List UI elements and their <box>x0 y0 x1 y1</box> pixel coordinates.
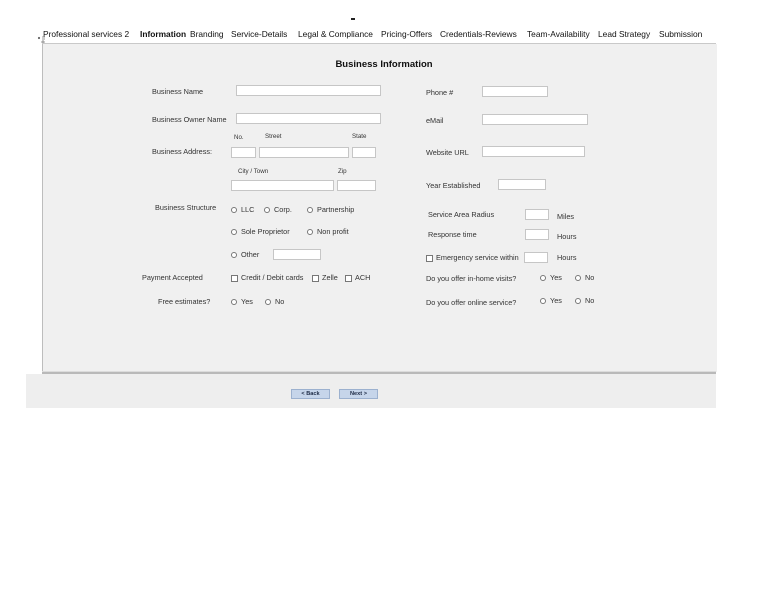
in-home-visits-label: Do you offer in-home visits? <box>426 274 517 283</box>
business-owner-label: Business Owner Name <box>152 115 227 124</box>
structure-non-profit-label: Non profit <box>317 227 349 236</box>
structure-corp-label: Corp. <box>274 205 292 214</box>
address-city-field[interactable] <box>231 180 334 191</box>
payment-credit-label: Credit / Debit cards <box>241 273 304 282</box>
tab-credentials-reviews[interactable]: Credentials-Reviews <box>440 26 517 43</box>
payment-ach-label: ACH <box>355 273 371 282</box>
in-home-yes-radio[interactable] <box>540 275 546 281</box>
emergency-service-unit: Hours <box>557 253 577 262</box>
tab-bar: Professional services 2 Information Bran… <box>42 26 716 43</box>
year-established-field[interactable] <box>498 179 546 190</box>
no-label: No. <box>234 134 244 141</box>
response-time-field[interactable] <box>525 229 549 240</box>
tab-pricing-offers[interactable]: Pricing-Offers <box>381 26 432 43</box>
service-radius-unit: Miles <box>557 212 575 221</box>
phone-field[interactable] <box>482 86 548 97</box>
tab-information[interactable]: Information <box>140 26 186 43</box>
state-label: State <box>352 133 367 140</box>
street-label: Street <box>265 133 282 140</box>
year-established-label: Year Established <box>426 181 481 190</box>
structure-corp-radio[interactable] <box>264 207 270 213</box>
in-home-no-label: No <box>585 273 595 282</box>
payment-zelle-label: Zelle <box>322 273 338 282</box>
free-estimates-no-radio[interactable] <box>265 299 271 305</box>
structure-other-label: Other <box>241 250 260 259</box>
email-field[interactable] <box>482 114 588 125</box>
structure-non-profit-radio[interactable] <box>307 229 313 235</box>
address-state-field[interactable] <box>352 147 376 158</box>
next-button[interactable]: Next > <box>339 389 378 399</box>
payment-credit-checkbox[interactable] <box>231 275 238 282</box>
structure-other-field[interactable] <box>273 249 321 260</box>
tab-service-details[interactable]: Service-Details <box>231 26 287 43</box>
emergency-service-field[interactable] <box>524 252 548 263</box>
free-estimates-label: Free estimates? <box>158 297 211 306</box>
tab-legal-compliance[interactable]: Legal & Compliance <box>298 26 373 43</box>
address-zip-field[interactable] <box>337 180 376 191</box>
structure-partnership-label: Partnership <box>317 205 355 214</box>
email-label: eMail <box>426 116 444 125</box>
online-no-radio[interactable] <box>575 298 581 304</box>
response-time-label: Response time <box>428 230 477 239</box>
free-estimates-no-label: No <box>275 297 285 306</box>
resize-grip-icon[interactable] <box>37 35 46 44</box>
city-label: City / Town <box>238 168 269 175</box>
structure-llc-radio[interactable] <box>231 207 237 213</box>
address-no-field[interactable] <box>231 147 256 158</box>
tab-indicator <box>351 18 355 20</box>
free-estimates-yes-label: Yes <box>241 297 253 306</box>
business-name-field[interactable] <box>236 85 381 96</box>
online-yes-label: Yes <box>550 296 562 305</box>
structure-other-radio[interactable] <box>231 252 237 258</box>
online-yes-radio[interactable] <box>540 298 546 304</box>
tab-branding[interactable]: Branding <box>190 26 224 43</box>
tab-team-availability[interactable]: Team-Availability <box>527 26 590 43</box>
structure-partnership-radio[interactable] <box>307 207 313 213</box>
tab-submission[interactable]: Submission <box>659 26 702 43</box>
service-radius-label: Service Area Radius <box>428 210 495 219</box>
business-structure-label: Business Structure <box>155 203 217 212</box>
business-address-label: Business Address: <box>152 147 213 156</box>
back-button[interactable]: < Back <box>291 389 330 399</box>
address-street-field[interactable] <box>259 147 349 158</box>
payment-zelle-checkbox[interactable] <box>312 275 319 282</box>
response-time-unit: Hours <box>557 232 577 241</box>
payment-ach-checkbox[interactable] <box>345 275 352 282</box>
phone-label: Phone # <box>426 88 454 97</box>
emergency-service-label: Emergency service within <box>436 253 519 262</box>
emergency-service-checkbox[interactable] <box>426 255 433 262</box>
in-home-no-radio[interactable] <box>575 275 581 281</box>
structure-sole-proprietor-label: Sole Proprietor <box>241 227 290 236</box>
tab-lead-strategy[interactable]: Lead Strategy <box>598 26 650 43</box>
online-no-label: No <box>585 296 595 305</box>
business-name-label: Business Name <box>152 87 204 96</box>
zip-label: Zip <box>338 168 347 175</box>
free-estimates-yes-radio[interactable] <box>231 299 237 305</box>
structure-llc-label: LLC <box>241 205 255 214</box>
structure-sole-proprietor-radio[interactable] <box>231 229 237 235</box>
page-title: Business Information <box>335 59 433 70</box>
tab-professional-services-2[interactable]: Professional services 2 <box>43 26 129 43</box>
business-owner-field[interactable] <box>236 113 381 124</box>
website-label: Website URL <box>426 148 469 157</box>
service-radius-field[interactable] <box>525 209 549 220</box>
online-service-label: Do you offer online service? <box>426 298 517 307</box>
website-field[interactable] <box>482 146 585 157</box>
payment-accepted-label: Payment Accepted <box>142 273 203 282</box>
in-home-yes-label: Yes <box>550 273 562 282</box>
